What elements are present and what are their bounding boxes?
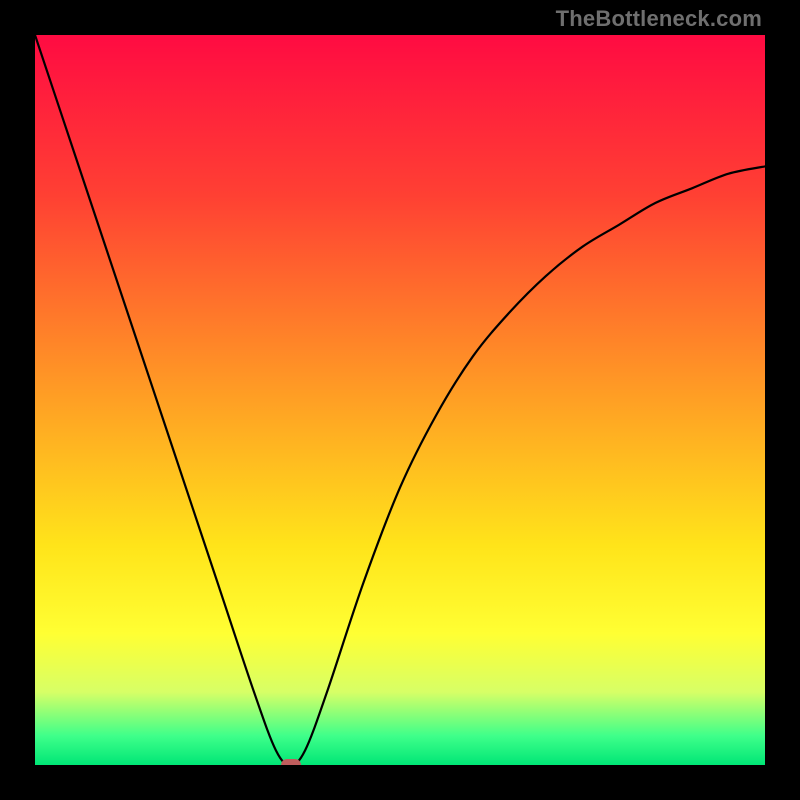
bottleneck-curve	[35, 35, 765, 765]
chart-frame: TheBottleneck.com	[0, 0, 800, 800]
watermark-text: TheBottleneck.com	[556, 6, 762, 32]
minimum-marker-icon	[281, 759, 301, 765]
plot-area	[35, 35, 765, 765]
